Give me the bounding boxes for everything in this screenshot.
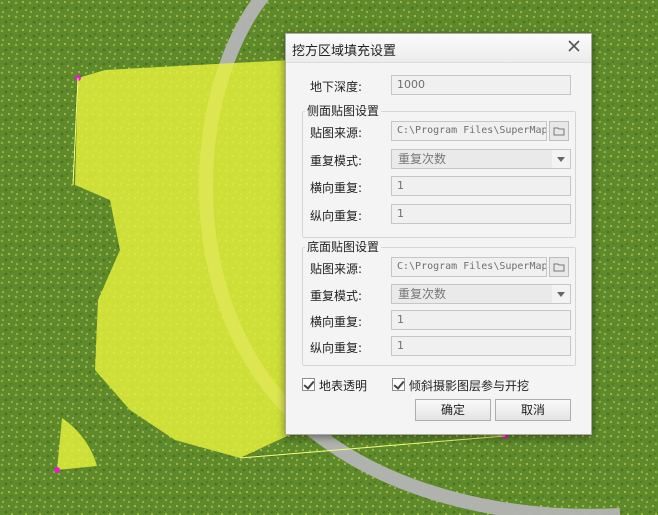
oblique-layer-checkbox[interactable] — [392, 378, 405, 391]
side-v-repeat-input[interactable]: 1 — [391, 204, 571, 224]
bottom-v-repeat-label: 纵向重复: — [310, 341, 363, 355]
bottom-repeat-mode-value: 重复次数 — [398, 287, 447, 301]
bottom-group-title: 底面贴图设置 — [305, 238, 382, 255]
side-v-repeat-label: 纵向重复: — [310, 209, 363, 223]
oblique-layer-label: 倾斜摄影图层参与开挖 — [409, 379, 530, 393]
bottom-source-label: 贴图来源: — [310, 262, 363, 276]
ok-button[interactable]: 确定 — [415, 399, 491, 421]
side-group-title: 侧面贴图设置 — [305, 102, 382, 119]
side-browse-button[interactable] — [549, 121, 569, 141]
chevron-down-icon[interactable] — [552, 150, 570, 168]
surface-transparent-checkbox[interactable] — [302, 378, 315, 391]
bottom-h-repeat-input[interactable]: 1 — [391, 310, 571, 330]
cancel-button[interactable]: 取消 — [495, 399, 571, 421]
side-h-repeat-label: 横向重复: — [310, 181, 363, 195]
bottom-source-input[interactable]: C:\Program Files\SuperMap — [391, 257, 547, 277]
depth-label: 地下深度: — [310, 80, 363, 94]
excavation-fill-settings-dialog: 挖方区域填充设置 地下深度: 1000 侧面贴图设置 贴图来源: C:\Prog… — [285, 33, 592, 435]
dialog-titlebar[interactable]: 挖方区域填充设置 — [286, 34, 591, 63]
bottom-browse-button[interactable] — [549, 257, 569, 277]
folder-icon — [553, 127, 565, 136]
bottom-v-repeat-input[interactable]: 1 — [391, 336, 571, 356]
surface-transparent-label: 地表透明 — [319, 379, 368, 393]
side-repeat-mode-label: 重复模式: — [310, 154, 363, 168]
side-source-input[interactable]: C:\Program Files\SuperMap — [391, 121, 547, 141]
side-repeat-mode-select[interactable]: 重复次数 — [391, 149, 571, 169]
folder-icon — [553, 263, 565, 272]
bottom-repeat-mode-select[interactable]: 重复次数 — [391, 284, 571, 304]
depth-input[interactable]: 1000 — [391, 75, 571, 95]
close-icon[interactable] — [567, 40, 581, 54]
side-repeat-mode-value: 重复次数 — [398, 152, 447, 166]
vertex-marker — [54, 467, 60, 473]
bottom-h-repeat-label: 横向重复: — [310, 315, 363, 329]
side-h-repeat-input[interactable]: 1 — [391, 176, 571, 196]
dialog-title: 挖方区域填充设置 — [292, 44, 397, 59]
chevron-down-icon[interactable] — [552, 285, 570, 303]
bottom-repeat-mode-label: 重复模式: — [310, 289, 363, 303]
side-source-label: 贴图来源: — [310, 126, 363, 140]
